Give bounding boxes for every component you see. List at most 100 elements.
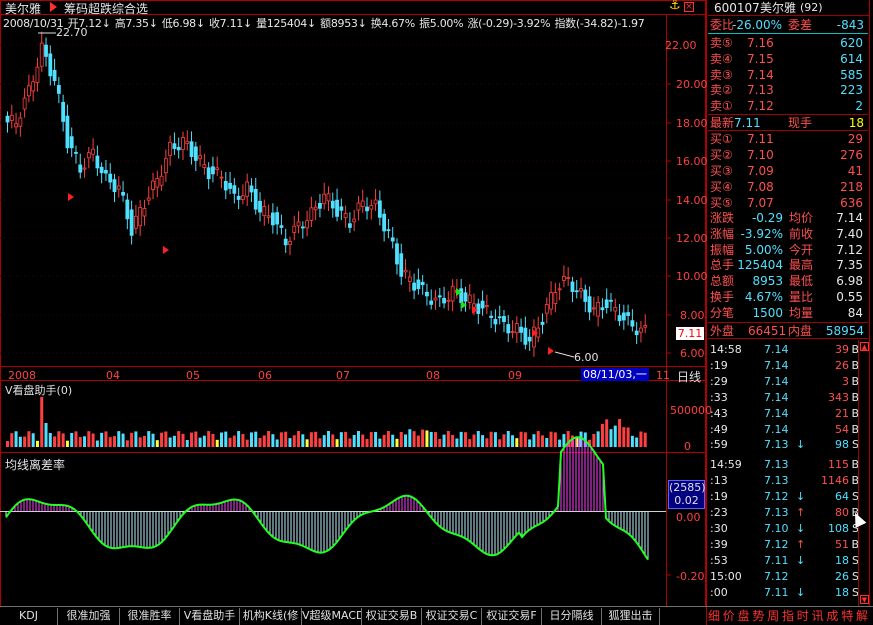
anchor-icon[interactable]: ⚓ bbox=[669, 0, 681, 13]
volume-bar bbox=[374, 431, 378, 447]
indicator-tab[interactable]: 权证交易C bbox=[422, 608, 482, 625]
function-button[interactable]: 解 bbox=[856, 608, 868, 625]
volume-bar bbox=[83, 436, 87, 447]
tick-row[interactable]: :13 7.13 1146 B bbox=[707, 473, 867, 489]
tick-row[interactable]: 14:59 7.13 115 B bbox=[707, 457, 867, 473]
candle-body bbox=[249, 185, 254, 193]
ma-box-count: (2585) bbox=[669, 481, 706, 494]
price-tick: 6.00 bbox=[680, 347, 705, 360]
tick-time: :49 bbox=[710, 422, 728, 436]
volume-bar bbox=[369, 432, 373, 447]
candle-body bbox=[549, 292, 553, 310]
tick-row[interactable]: :39 7.12 ↑ 51 B bbox=[707, 537, 867, 553]
candle-body bbox=[219, 176, 224, 179]
indicator-tab[interactable]: 很准加强 bbox=[58, 608, 120, 625]
tick-row[interactable]: :43 7.14 21 B bbox=[707, 406, 867, 422]
time-tick: 05 bbox=[186, 369, 200, 382]
function-button[interactable]: 价 bbox=[723, 608, 735, 625]
waipan-value: 66451 bbox=[748, 324, 787, 338]
sell-level-label: 卖④ bbox=[710, 51, 733, 66]
scroll-up-icon[interactable]: ▲ bbox=[860, 342, 869, 351]
sell-row: 卖⑤ 7.16 620 bbox=[707, 35, 867, 52]
volume-bar bbox=[31, 433, 35, 447]
volume-bar bbox=[425, 430, 429, 447]
indicator-tab[interactable]: V看盘助手 bbox=[180, 608, 240, 625]
candle-body bbox=[446, 299, 451, 302]
candle-body bbox=[155, 178, 160, 188]
candle-body bbox=[403, 269, 408, 273]
tick-row[interactable]: :49 7.14 54 B bbox=[707, 422, 867, 438]
tick-row[interactable]: :33 7.14 343 B bbox=[707, 390, 867, 406]
tick-row[interactable]: :30 7.10 ↓ 108 S bbox=[707, 521, 867, 537]
indicator-tab[interactable]: 很准胜率 bbox=[120, 608, 180, 625]
candle-body bbox=[591, 307, 596, 310]
function-button[interactable]: 讯 bbox=[812, 608, 824, 625]
candle-body bbox=[613, 307, 618, 312]
tick-row[interactable]: :59 7.13 ↓ 98 S bbox=[707, 437, 867, 453]
sell-row: 卖① 7.12 2 bbox=[707, 98, 867, 115]
candle-body bbox=[95, 155, 100, 169]
candle-body bbox=[292, 225, 297, 233]
tick-row[interactable]: 14:58 7.14 39 B bbox=[707, 342, 867, 358]
volume-bar bbox=[348, 438, 352, 447]
candle-body bbox=[630, 320, 635, 327]
candle-body bbox=[352, 218, 357, 223]
candle-body bbox=[74, 151, 78, 154]
indicator-tab[interactable]: 狐狸出击 bbox=[602, 608, 660, 625]
volume-bar bbox=[138, 437, 142, 447]
tick-row[interactable]: :23 7.13 ↑ 80 B bbox=[707, 505, 867, 521]
volume-bar bbox=[305, 439, 309, 447]
candle-body bbox=[116, 185, 121, 190]
close-icon[interactable]: × bbox=[684, 2, 694, 12]
stat-label: 涨跌 bbox=[710, 211, 735, 225]
tick-row[interactable]: :19 7.12 ↓ 64 S bbox=[707, 489, 867, 505]
time-tick: 11 bbox=[656, 369, 670, 382]
indicator-tab[interactable]: 权证交易B bbox=[362, 608, 422, 625]
sell-price: 7.12 bbox=[747, 99, 774, 114]
indicator-tab[interactable]: 日分隔线 bbox=[542, 608, 602, 625]
function-button[interactable]: 盘 bbox=[738, 608, 750, 625]
tick-row[interactable]: :19 7.14 26 B bbox=[707, 358, 867, 374]
function-button[interactable]: 周 bbox=[767, 608, 779, 625]
volume-bar bbox=[232, 435, 236, 447]
volume-bar bbox=[271, 434, 275, 447]
tick-scrollbar[interactable]: ▲ ▼ bbox=[858, 340, 869, 606]
volume-bar bbox=[151, 433, 155, 447]
time-tick: 09 bbox=[508, 369, 522, 382]
function-button[interactable]: 时 bbox=[797, 608, 809, 625]
tick-row[interactable]: :00 7.11 ↓ 18 S bbox=[707, 585, 867, 601]
latest-row: 最新 7.11 现手 18 bbox=[708, 114, 868, 131]
function-button[interactable]: 势 bbox=[752, 608, 764, 625]
volume-bar bbox=[395, 438, 399, 447]
indicator-tab[interactable]: KDJ bbox=[0, 608, 58, 625]
candle-body bbox=[493, 319, 498, 325]
tick-row[interactable]: :29 7.14 3 B bbox=[707, 374, 867, 390]
buy-volume: 218 bbox=[840, 180, 863, 194]
scroll-down-icon[interactable]: ▼ bbox=[860, 595, 869, 604]
info-low: 低6.98↓ bbox=[161, 17, 205, 30]
volume-bar bbox=[220, 432, 223, 447]
volume-bar bbox=[117, 431, 121, 447]
tick-arrow: ↓ bbox=[796, 521, 806, 535]
tick-row[interactable]: 15:00 7.12 26 S bbox=[707, 569, 867, 585]
quote-header: 600107 美尔雅 (92) bbox=[708, 0, 870, 16]
tick-price: 7.11 bbox=[764, 585, 789, 599]
function-button[interactable]: 特 bbox=[841, 608, 853, 625]
function-button[interactable]: 细 bbox=[708, 608, 720, 625]
indicator-tab[interactable]: V超级MACD bbox=[302, 608, 362, 625]
volume-bar bbox=[489, 431, 493, 447]
volume-bar bbox=[87, 431, 91, 447]
tick-row[interactable]: :53 7.11 ↓ 18 S bbox=[707, 553, 867, 569]
candle-body bbox=[420, 281, 425, 286]
candle-body bbox=[236, 195, 241, 200]
indicator-tab[interactable]: 机构K线(修 bbox=[240, 608, 302, 625]
candle-body bbox=[202, 164, 207, 168]
indicator-tab[interactable]: 权证交易F bbox=[482, 608, 542, 625]
stat-row: 换手 4.67% 量比 0.55 bbox=[707, 289, 867, 306]
period-label[interactable]: 日线 bbox=[677, 368, 701, 385]
candle-body bbox=[5, 115, 10, 123]
function-button[interactable]: 成 bbox=[826, 608, 838, 625]
function-button[interactable]: 指 bbox=[782, 608, 794, 625]
candle-body bbox=[604, 299, 609, 308]
neipan-label: 内盘 bbox=[788, 324, 813, 338]
